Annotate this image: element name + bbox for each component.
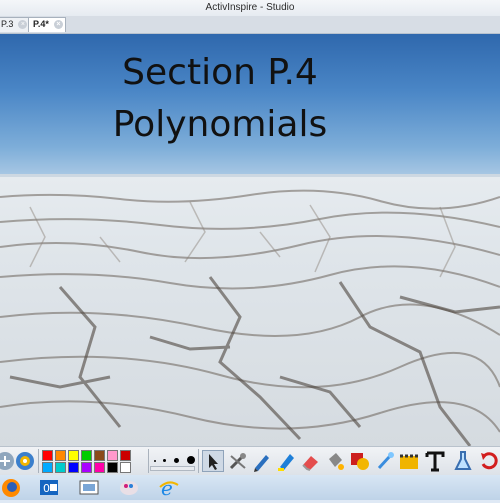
pen-width-slider[interactable] bbox=[150, 466, 195, 471]
color-swatch[interactable] bbox=[94, 450, 105, 461]
slide-title-line-2[interactable]: Polynomials bbox=[0, 104, 440, 145]
window-title-bar: ActivInspire - Studio bbox=[0, 0, 500, 17]
text-tool-icon[interactable] bbox=[424, 450, 446, 472]
pen-width-3[interactable] bbox=[174, 458, 179, 463]
color-swatch[interactable] bbox=[68, 462, 79, 473]
tools-icon[interactable] bbox=[227, 450, 249, 472]
pen-width-4[interactable] bbox=[187, 456, 195, 464]
close-icon[interactable]: × bbox=[18, 20, 28, 29]
clip-art-icon[interactable] bbox=[398, 450, 420, 472]
close-icon[interactable]: × bbox=[53, 20, 63, 29]
paint-icon[interactable] bbox=[118, 477, 140, 498]
toolbar-separator bbox=[198, 449, 199, 473]
pen-tool-icon[interactable] bbox=[251, 450, 273, 472]
color-swatch[interactable] bbox=[107, 450, 118, 461]
color-swatch[interactable] bbox=[55, 450, 66, 461]
window-title: ActivInspire - Studio bbox=[205, 2, 295, 13]
outlook-icon[interactable]: 0 bbox=[38, 477, 60, 498]
slide-title-line-1[interactable]: Section P.4 bbox=[0, 52, 440, 93]
tab-p4[interactable]: P.4* × bbox=[28, 17, 66, 32]
main-menu-icon[interactable] bbox=[14, 450, 36, 472]
flipchart-canvas[interactable]: Section P.4 Polynomials bbox=[0, 34, 500, 446]
toolbar-separator bbox=[38, 449, 39, 473]
highlighter-icon[interactable] bbox=[275, 450, 297, 472]
tab-label: P.4* bbox=[33, 19, 49, 29]
color-swatch[interactable] bbox=[81, 462, 92, 473]
salt-flat-background bbox=[0, 177, 500, 446]
color-swatch[interactable] bbox=[55, 462, 66, 473]
pen-width-1[interactable] bbox=[154, 460, 156, 462]
color-swatch[interactable] bbox=[120, 450, 131, 461]
magic-ink-icon[interactable] bbox=[374, 450, 396, 472]
firefox-icon[interactable] bbox=[0, 477, 22, 498]
color-swatch[interactable] bbox=[68, 450, 79, 461]
presentation-icon[interactable] bbox=[78, 477, 100, 498]
pen-width-2[interactable] bbox=[163, 459, 166, 462]
toolbar-separator bbox=[148, 449, 149, 473]
color-swatch[interactable] bbox=[42, 462, 53, 473]
color-swatch[interactable] bbox=[107, 462, 118, 473]
windows-taskbar: 0 e bbox=[0, 475, 500, 500]
salt-cracks-image bbox=[0, 189, 500, 446]
flipchart-tab-bar: P.3 × P.4* × bbox=[0, 16, 500, 34]
tab-label: P.3 bbox=[1, 19, 14, 29]
eraser-icon[interactable] bbox=[299, 450, 321, 472]
undo-icon[interactable] bbox=[478, 450, 500, 472]
main-toolbox bbox=[0, 446, 500, 476]
color-swatch[interactable] bbox=[120, 462, 131, 473]
color-swatch[interactable] bbox=[81, 450, 92, 461]
color-swatch[interactable] bbox=[94, 462, 105, 473]
internet-explorer-icon[interactable]: e bbox=[158, 476, 180, 500]
select-tool-icon[interactable] bbox=[202, 450, 224, 472]
color-swatch[interactable] bbox=[42, 450, 53, 461]
svg-text:e: e bbox=[161, 477, 173, 498]
tab-p3[interactable]: P.3 × bbox=[0, 17, 31, 32]
shape-icon[interactable] bbox=[349, 450, 371, 472]
lab-flask-icon[interactable] bbox=[452, 450, 474, 472]
fill-icon[interactable] bbox=[324, 450, 346, 472]
svg-text:0: 0 bbox=[43, 482, 50, 495]
